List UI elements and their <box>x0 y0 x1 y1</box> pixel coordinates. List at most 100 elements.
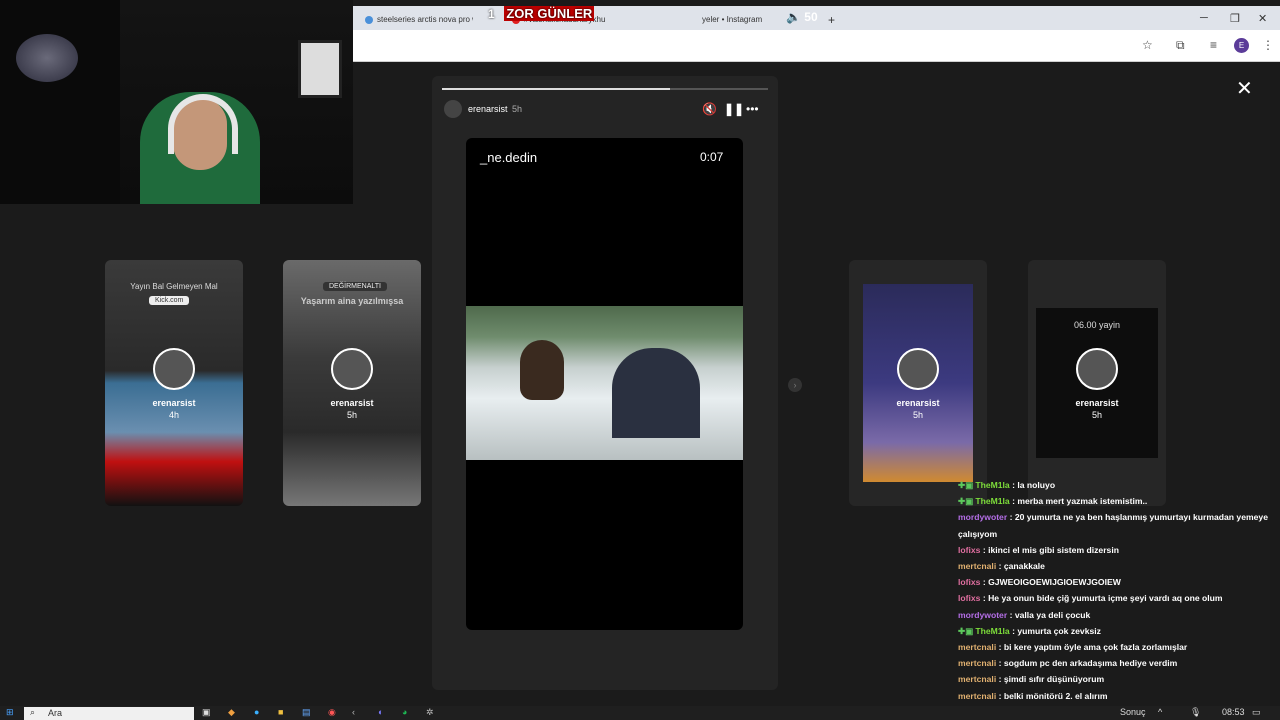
discord-icon[interactable]: ◐ <box>378 707 383 717</box>
extensions-icon[interactable]: ⧉ <box>1176 38 1185 53</box>
stream-title-number: 1 <box>488 7 495 21</box>
chat-text: : merba mert yazmak istemistim.. <box>1009 496 1148 507</box>
avatar <box>1076 348 1118 390</box>
chat-username[interactable]: mertcnali <box>958 561 996 571</box>
video-frame <box>466 306 743 460</box>
story-caption: 06.00 yayin <box>1073 320 1121 330</box>
story-username: erenarsist <box>896 398 940 408</box>
story-location-badge: DEĞİRMENALTI <box>323 282 387 291</box>
chat-username[interactable]: TheM1la <box>975 496 1009 506</box>
chat-text: : şimdi sıfır düşünüyorum <box>996 674 1105 685</box>
story-caption: Yaşarım aina yazılmışsa <box>300 296 404 306</box>
windows-start-icon[interactable]: ⊞ <box>6 707 14 718</box>
chat-message: mertcnali : belki mönitörü 2. el alırım <box>958 691 1274 701</box>
tab-label: yeler • Instagram <box>702 15 763 24</box>
chat-username[interactable]: lofixs <box>958 577 980 587</box>
chat-username[interactable]: TheM1la <box>975 626 1009 636</box>
stream-title-banner: 1 ZOR GÜNLER <box>488 6 595 21</box>
story-preview-card[interactable]: erenarsist 5h <box>849 260 987 506</box>
story-username[interactable]: erenarsist <box>468 104 508 114</box>
app-icon[interactable]: ◆ <box>228 707 235 718</box>
bookmark-star-icon[interactable]: ☆ <box>1142 38 1153 52</box>
minimize-button[interactable]: ─ <box>1200 12 1208 24</box>
task-view-icon[interactable]: ▣ <box>202 707 211 718</box>
chat-message: mertcnali : çanakkale <box>958 561 1274 571</box>
chat-message: mertcnali : bi kere yaptım öyle ama çok … <box>958 642 1274 652</box>
story-preview-card[interactable]: DEĞİRMENALTI Yaşarım aina yazılmışsa ere… <box>283 260 421 506</box>
chat-username[interactable]: mordywoter <box>958 610 1007 620</box>
store-icon[interactable]: ▤ <box>302 707 311 718</box>
chrome-icon[interactable]: ◉ <box>328 707 336 718</box>
chat-text: : bi kere yaptım öyle ama çok fazla zorl… <box>996 642 1188 652</box>
chat-message: mordywoter : valla ya deli çocuk <box>958 610 1274 620</box>
tab-label: steelseries arctis nova pro wir <box>377 15 473 24</box>
tab-instagram[interactable]: yeler • Instagram <box>690 10 790 30</box>
new-tab-button[interactable]: + <box>816 10 836 30</box>
screen: steelseries arctis nova pro wir #vaishal… <box>0 0 1280 720</box>
mute-icon[interactable]: 🔇 <box>702 102 717 116</box>
chat-text: : valla ya deli çocuk <box>1007 609 1091 620</box>
chat-message: lofixs : He ya onun bide çiğ yumurta içm… <box>958 593 1274 603</box>
chat-message: mordywoter : 20 yumurta ne ya ben haşlan… <box>958 512 1274 522</box>
chat-text: : la noluyo <box>1009 480 1056 490</box>
folder-icon[interactable]: ■ <box>278 707 283 717</box>
chat-text: : GJWEOIGOEWIJGIOEWJGOIEW <box>980 577 1121 588</box>
tray-chevron-icon[interactable]: ^ <box>1158 707 1162 717</box>
chat-username[interactable]: lofixs <box>958 593 980 603</box>
microphone-icon[interactable]: 🎙 <box>1190 707 1201 718</box>
kick-icon[interactable]: ‹ <box>352 707 355 717</box>
chat-text: : sogdum pc den arkadaşıma hediye verdim <box>996 658 1178 669</box>
stream-title: ZOR GÜNLER <box>504 6 595 21</box>
window-close-button[interactable]: ✕ <box>1258 12 1267 25</box>
chat-badge-icon: ✚▣ <box>958 480 974 490</box>
chat-message: mertcnali : şimdi sıfır düşünüyorum <box>958 674 1274 684</box>
bear-figure <box>520 340 564 400</box>
next-story-arrow-icon[interactable]: › <box>788 378 802 392</box>
profile-avatar[interactable]: E <box>1234 38 1249 53</box>
chat-username[interactable]: mertcnali <box>958 642 996 652</box>
media-control-icon[interactable]: ≡ <box>1210 38 1217 52</box>
story-progress-fill <box>442 88 671 90</box>
chat-text: : yumurta çok zevksiz <box>1009 625 1101 636</box>
edge-icon[interactable]: ● <box>254 707 259 717</box>
chat-text: : çanakkale <box>996 561 1045 571</box>
chat-username[interactable]: mordywoter <box>958 512 1007 522</box>
story-preview-card[interactable]: 06.00 yayin erenarsist 5h <box>1028 260 1166 506</box>
story-time: 5h <box>346 410 357 420</box>
chat-username[interactable]: mertcnali <box>958 691 996 701</box>
chat-username[interactable]: lofixs <box>958 545 980 555</box>
chat-username[interactable]: TheM1la <box>975 480 1009 490</box>
chat-message: lofixs : GJWEOIGOEWIJGIOEWJGOIEW <box>958 577 1274 587</box>
viewer-count: 🔈 50 <box>786 10 818 24</box>
avatar[interactable] <box>444 100 462 118</box>
tab-steelseries[interactable]: steelseries arctis nova pro wir <box>353 10 473 30</box>
avatar <box>331 348 373 390</box>
story-time: 4h <box>168 410 179 420</box>
taskbar-search[interactable]: Ara <box>24 707 194 720</box>
more-icon[interactable]: ••• <box>746 102 759 116</box>
chat-text: çalışıyom <box>958 528 998 539</box>
chat-badge-icon: ✚▣ <box>958 625 974 636</box>
clock[interactable]: 08:53 <box>1222 707 1245 717</box>
chat-username[interactable]: mertcnali <box>958 674 996 684</box>
restore-button[interactable]: ❐ <box>1230 12 1240 25</box>
taskbar: ⊞ Ara ⌕ ▣ ◆ ● ■ ▤ ◉ ‹ ◐ ◕ ✲ Sonuç ^ 🎙 08… <box>0 706 1280 720</box>
close-icon[interactable]: ✕ <box>1236 76 1253 101</box>
chat-text: : belki mönitörü 2. el alırım <box>996 690 1108 701</box>
story-timestamp: 5h <box>512 104 523 114</box>
pause-icon[interactable]: ❚❚ <box>724 102 744 116</box>
story-preview-card[interactable]: Yayın Bal Gelmeyen Mal Kick.com erenarsi… <box>105 260 243 506</box>
story-username: erenarsist <box>330 398 374 408</box>
speaker-icon: 🔈 <box>786 10 801 24</box>
settings-icon[interactable]: ✲ <box>426 707 434 718</box>
spotify-icon[interactable]: ◕ <box>402 707 407 717</box>
chat-message: ✚▣ TheM1la : la noluyo <box>958 480 1274 491</box>
notification-icon[interactable]: ▭ <box>1252 707 1261 718</box>
wall-picture-frame <box>298 40 342 98</box>
avatar <box>897 348 939 390</box>
story-time: 5h <box>912 410 923 420</box>
video-overlay-username: _ne.dedin <box>480 150 538 165</box>
chat-text: : He ya onun bide çiğ yumurta içme şeyi … <box>980 593 1223 604</box>
chat-username[interactable]: mertcnali <box>958 658 996 668</box>
browser-menu-icon[interactable]: ⋮ <box>1262 38 1274 52</box>
